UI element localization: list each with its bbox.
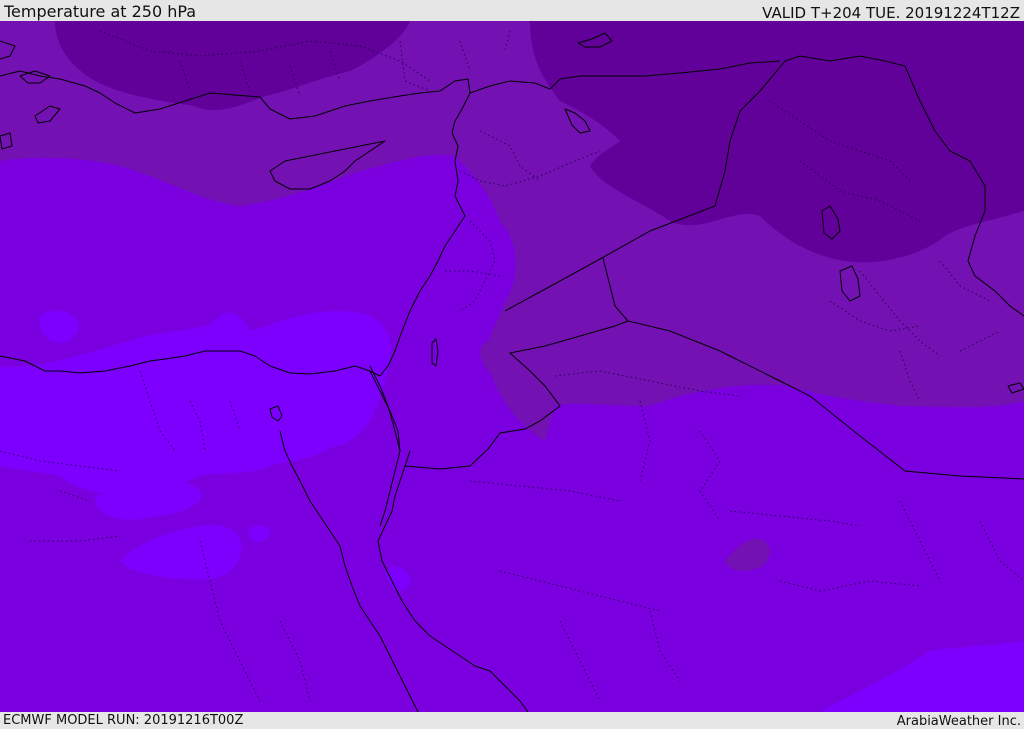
weather-map (0, 21, 1024, 712)
credit-label: ArabiaWeather Inc. (896, 714, 1021, 729)
footer-bar: ECMWF MODEL RUN: 20191216T00Z ArabiaWeat… (0, 712, 1024, 729)
header-bar: Temperature at 250 hPa VALID T+204 TUE. … (0, 0, 1024, 22)
map-title: Temperature at 250 hPa (4, 2, 197, 21)
map-canvas (0, 21, 1024, 712)
model-run-label: ECMWF MODEL RUN: 20191216T00Z (3, 713, 244, 728)
valid-time: VALID T+204 TUE. 20191224T12Z (762, 4, 1020, 22)
